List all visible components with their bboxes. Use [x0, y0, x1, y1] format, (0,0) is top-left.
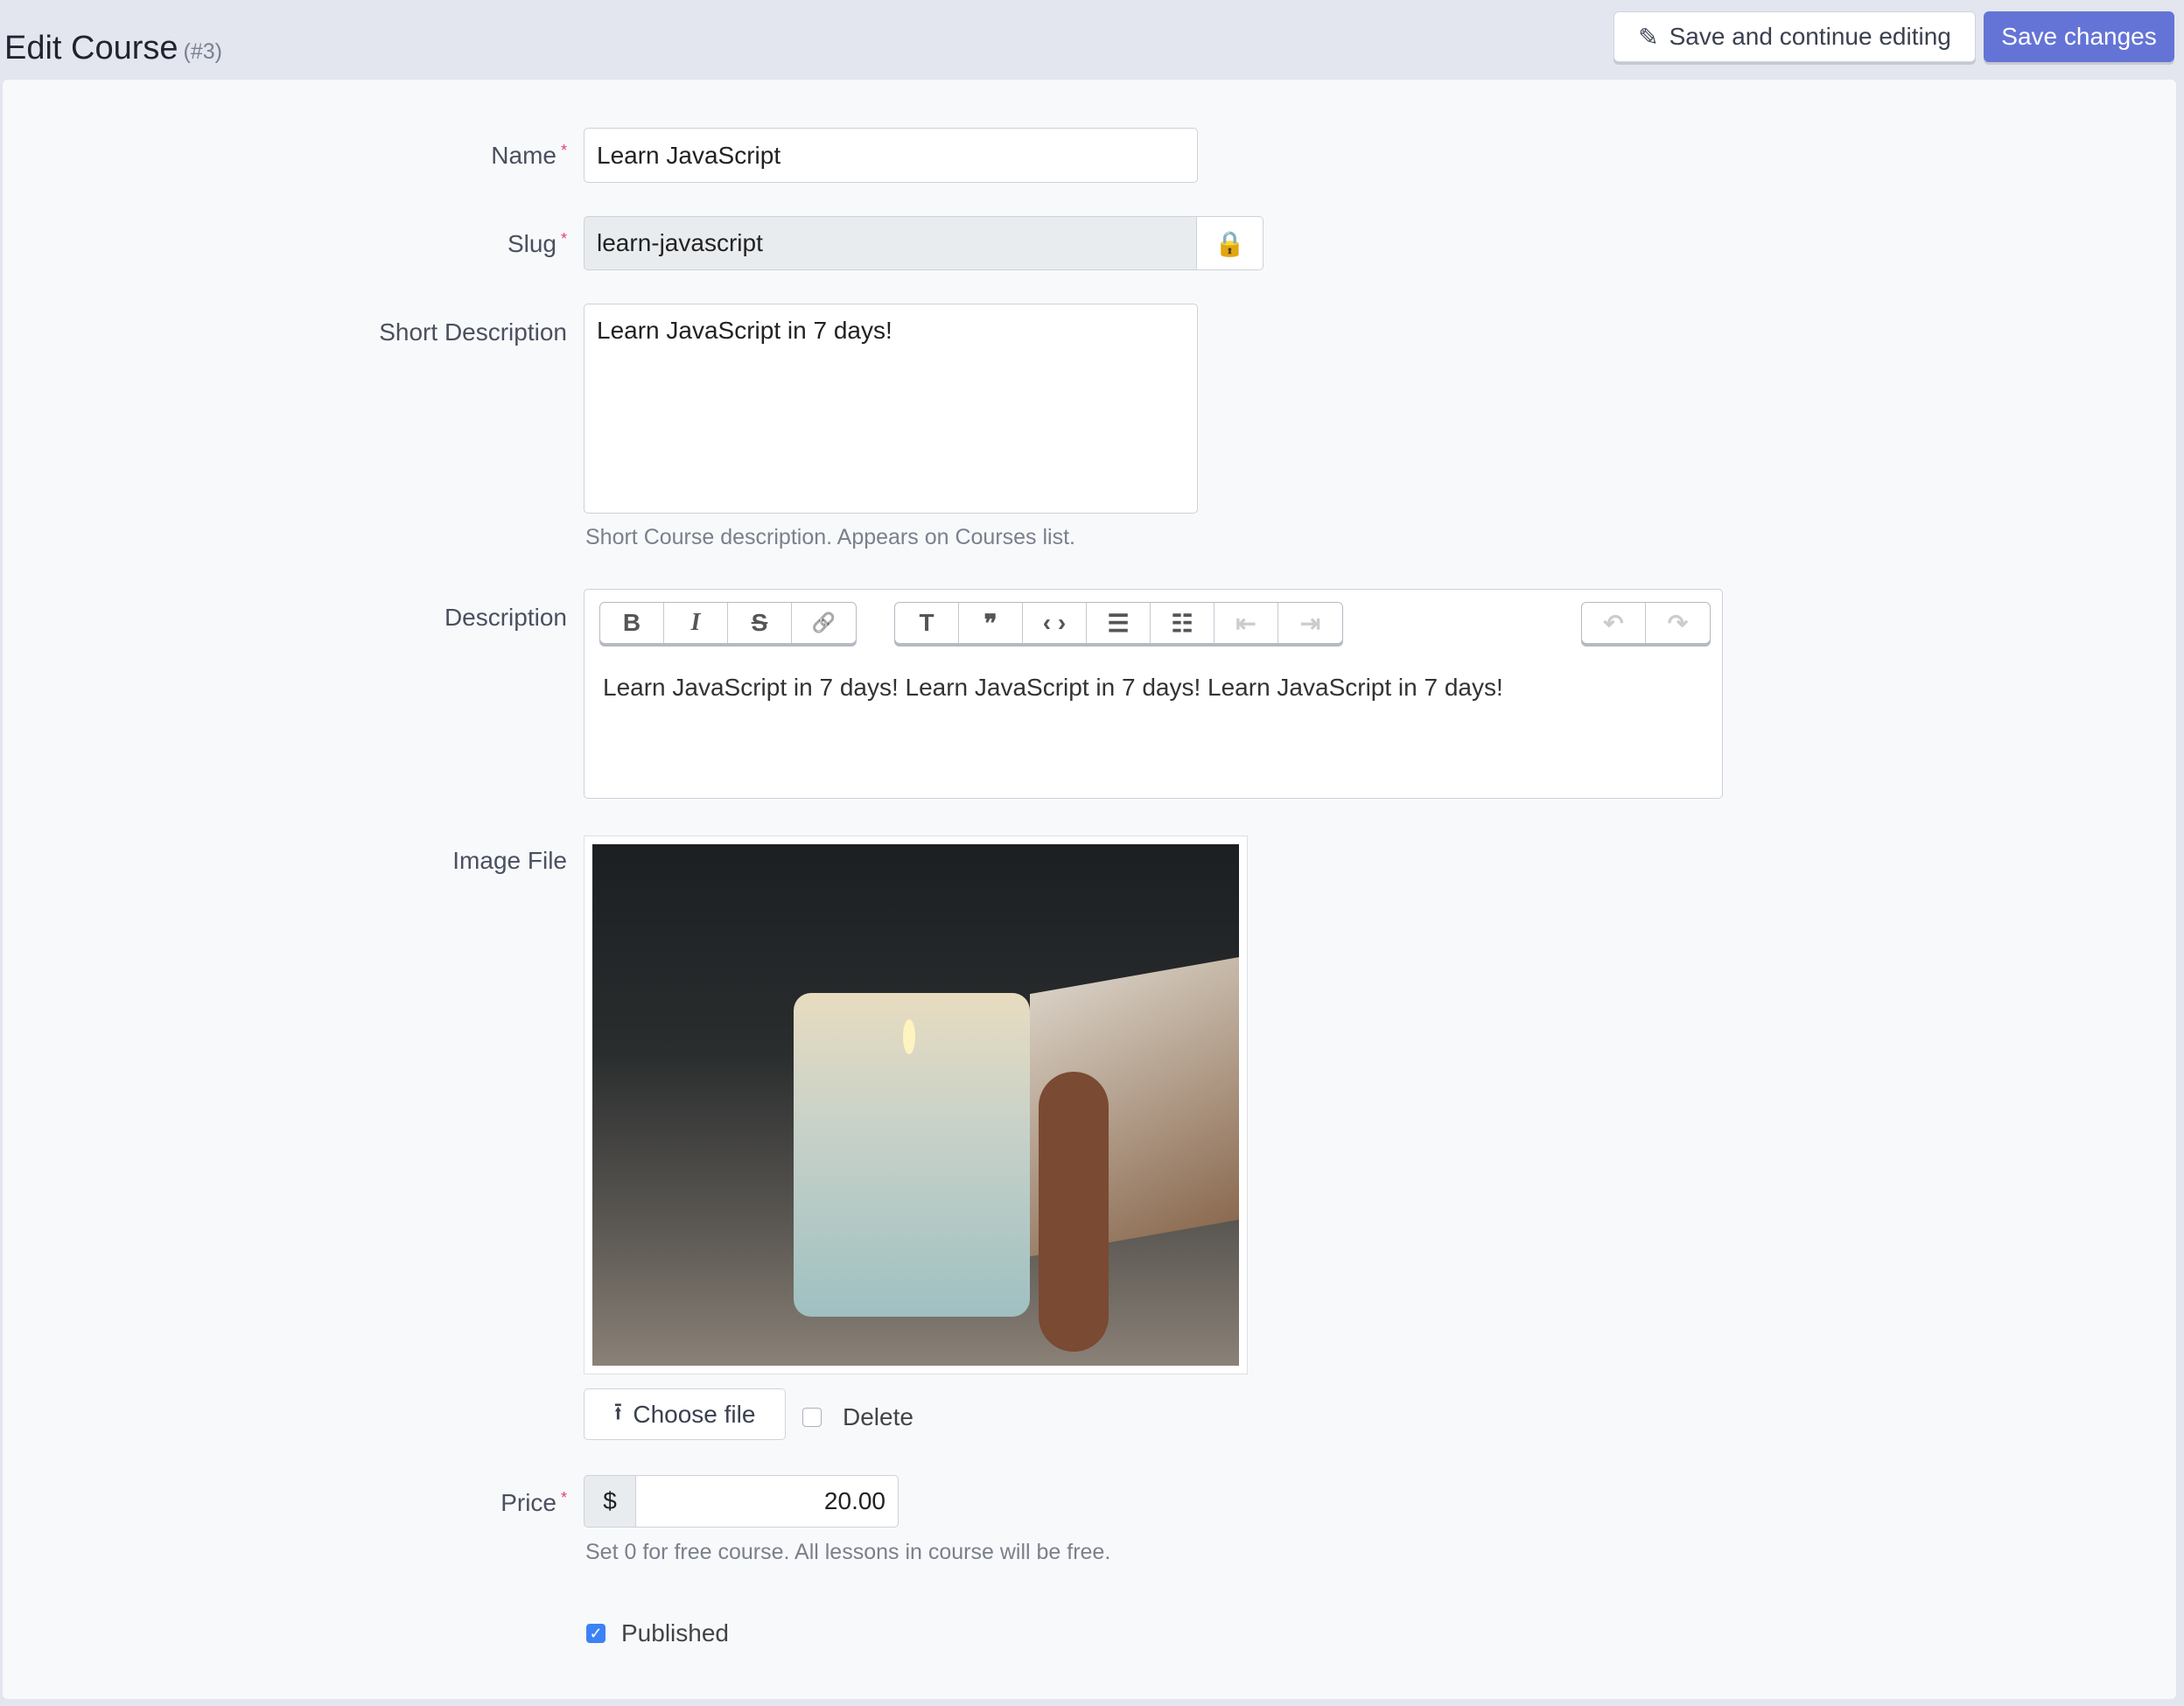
bold-button[interactable]: B [600, 603, 664, 643]
description-content: Learn JavaScript in 7 days! Learn JavaSc… [603, 674, 1503, 701]
price-input[interactable]: 20.00 [635, 1475, 899, 1528]
quote-button[interactable]: ❞ [959, 603, 1023, 643]
delete-label: Delete [843, 1403, 914, 1430]
delete-checkbox[interactable] [802, 1408, 822, 1427]
undo-button[interactable]: ↶ [1582, 603, 1646, 643]
short-description-textarea[interactable]: Learn JavaScript in 7 days! [584, 304, 1198, 514]
wooden-lid [1039, 1072, 1109, 1352]
name-label: Name * [491, 142, 567, 169]
image-preview [584, 836, 1248, 1374]
upload-icon: ⭱ [613, 1397, 623, 1425]
strikethrough-button[interactable]: S [728, 603, 792, 643]
description-label: Description [444, 604, 567, 631]
link-button[interactable]: 🔗 [792, 603, 856, 643]
italic-button[interactable]: I [664, 603, 728, 643]
slug-input[interactable]: learn-javascript [584, 216, 1198, 270]
candle-flame [903, 1019, 915, 1054]
heading-button[interactable]: T [895, 603, 959, 643]
currency-addon: $ [584, 1475, 636, 1528]
code-button[interactable]: ‹ › [1023, 603, 1087, 643]
lock-button[interactable]: 🔒 [1196, 216, 1264, 270]
name-input[interactable]: Learn JavaScript [584, 128, 1198, 183]
format-toolbar-group: B I S 🔗 [599, 602, 857, 644]
image-file-label: Image File [452, 847, 567, 874]
choose-file-button[interactable]: ⭱ Choose file [584, 1388, 786, 1440]
choose-file-label: Choose file [633, 1400, 756, 1428]
save-changes-button[interactable]: Save changes [1984, 11, 2174, 62]
published-checkbox[interactable]: ✓ [586, 1624, 606, 1643]
block-toolbar-group: T ❞ ‹ › ☰ ☷ ⇤ ⇥ [894, 602, 1343, 644]
short-description-label: Short Description [379, 318, 567, 346]
save-continue-label: Save and continue editing [1669, 23, 1951, 50]
history-toolbar-group: ↶ ↷ [1581, 602, 1711, 644]
save-and-continue-button[interactable]: ✎ Save and continue editing [1614, 11, 1976, 62]
edit-icon: ✎ [1638, 23, 1659, 51]
redo-button[interactable]: ↷ [1646, 603, 1710, 643]
page-title: Edit Course (#3) [4, 30, 222, 67]
price-help: Set 0 for free course. All lessons in co… [585, 1540, 1111, 1564]
indent-button[interactable]: ⇥ [1278, 603, 1342, 643]
slug-label: Slug * [507, 230, 567, 257]
numbered-list-button[interactable]: ☷ [1151, 603, 1214, 643]
title-text: Edit Course [4, 30, 178, 66]
record-id: (#3) [183, 39, 223, 64]
short-description-help: Short Course description. Appears on Cou… [585, 525, 1075, 549]
price-label: Price * [500, 1489, 567, 1516]
published-label: Published [621, 1619, 729, 1647]
lock-icon: 🔒 [1214, 229, 1245, 257]
outdent-button[interactable]: ⇤ [1214, 603, 1278, 643]
bullet-list-button[interactable]: ☰ [1087, 603, 1151, 643]
